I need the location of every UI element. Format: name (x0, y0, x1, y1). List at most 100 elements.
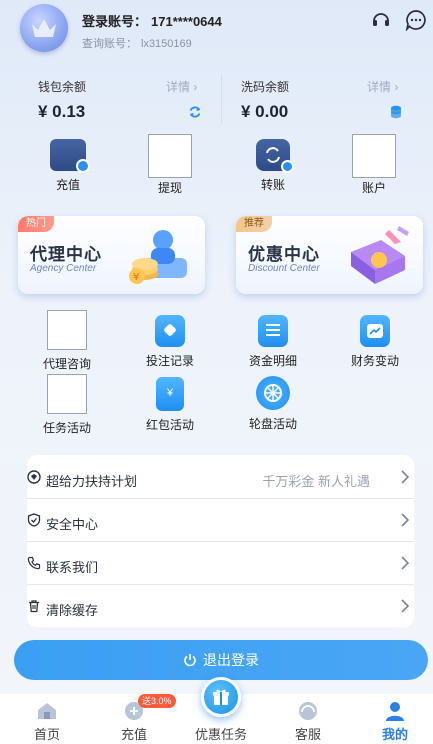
bet-record-icon (155, 315, 185, 347)
red-packet-shortcut[interactable]: ¥ 红包活动 (130, 377, 210, 433)
wallet-icon (50, 139, 90, 173)
wheel-icon (256, 376, 290, 410)
security-center-label: 安全中心 (46, 517, 99, 532)
transfer-icon (256, 139, 294, 173)
logout-label: 退出登录 (203, 652, 259, 668)
recommend-tag: 推荐 (236, 216, 272, 232)
clear-cache-row[interactable]: 清除缓存 (27, 586, 414, 628)
headset-icon[interactable] (370, 9, 392, 31)
trash-icon (29, 600, 39, 613)
red-packet-label: 红包活动 (145, 418, 194, 432)
home-icon (38, 703, 56, 719)
settings-menu: 超给力扶持计划 千万彩金 新人礼遇 安全中心 联系我们 清除缓存 (27, 455, 414, 627)
tab-mine[interactable]: 我的 (360, 694, 430, 744)
discount-center-subtitle: Discount Center (248, 263, 320, 274)
gift-icon (213, 689, 229, 705)
chevron-right-icon (401, 599, 410, 613)
tab-service[interactable]: 客服 (273, 694, 343, 744)
profile-page: 登录账号： 171****0644 查询账号： lx3150169 钱包余额 详情 … (0, 0, 433, 744)
agency-center-title: 代理中心 (30, 245, 102, 264)
agency-figure-coins-icon: ¥ (129, 230, 187, 284)
svg-text:¥: ¥ (133, 272, 139, 283)
deposit-label: 充值 (55, 178, 80, 192)
transfer-shortcut[interactable]: 转账 (233, 139, 313, 193)
login-account-label: 登录账号： (82, 14, 148, 29)
finance-change-label: 财务变动 (350, 354, 399, 368)
user-icon (386, 702, 404, 721)
customer-service-icon (299, 702, 317, 720)
contact-us-label: 联系我们 (46, 560, 99, 575)
chevron-right-icon: › (193, 80, 198, 94)
support-plan-label: 超给力扶持计划 (46, 474, 138, 489)
wash-balance-detail-text: 详情 (367, 80, 392, 94)
login-account-value: 171****0644 (151, 14, 222, 29)
transfer-arrows-icon (266, 147, 280, 163)
wallet-divider (221, 74, 222, 124)
login-account: 登录账号： 171****0644 (82, 11, 222, 30)
tab-mine-label: 我的 (381, 727, 408, 742)
promo-task-button[interactable] (201, 677, 241, 717)
agency-center-banner[interactable]: 热门 代理中心 Agency Center ¥ (18, 216, 205, 294)
wheel-label: 轮盘活动 (248, 417, 297, 431)
database-icon[interactable] (390, 105, 402, 119)
refresh-icon[interactable] (188, 105, 202, 119)
fund-detail-icon (258, 315, 288, 347)
agent-consult-shortcut[interactable]: 代理咨询 (27, 310, 107, 372)
support-plan-extra: 千万彩金 新人礼遇 (262, 474, 370, 489)
tab-home[interactable]: 首页 (12, 694, 82, 744)
finance-change-shortcut[interactable]: 财务变动 (335, 315, 415, 369)
logout-button[interactable]: 退出登录 (14, 640, 428, 680)
security-center-row[interactable]: 安全中心 (27, 500, 414, 542)
transfer-label: 转账 (260, 178, 285, 192)
avatar[interactable] (20, 4, 68, 52)
tab-recharge-label: 充值 (120, 727, 147, 742)
chevron-right-icon: › (394, 80, 399, 94)
account-label: 账户 (361, 181, 386, 195)
withdraw-shortcut[interactable]: 提现 (130, 134, 210, 196)
task-activity-broken-image-icon (47, 374, 87, 414)
hot-tag: 热门 (18, 216, 54, 232)
wallet-balance-label: 钱包余额 (38, 80, 87, 94)
fund-detail-label: 资金明细 (248, 354, 297, 368)
chat-icon[interactable] (405, 9, 427, 31)
agency-center-subtitle: Agency Center (30, 263, 97, 274)
tab-service-label: 客服 (294, 727, 321, 742)
query-account: 查询账号： lx3150169 (82, 35, 192, 51)
swap-badge-icon (281, 160, 294, 173)
wheel-shortcut[interactable]: 轮盘活动 (233, 376, 313, 432)
gift-box-icon (351, 226, 409, 284)
wash-balance-label: 洗码余额 (241, 80, 290, 94)
discount-center-title: 优惠中心 (248, 245, 320, 264)
chevron-right-icon (401, 513, 410, 527)
fund-detail-shortcut[interactable]: 资金明细 (233, 315, 313, 369)
wallet-balance-value: ¥ 0.13 (38, 102, 86, 121)
profile-header: 登录账号： 171****0644 查询账号： lx3150169 (0, 0, 433, 62)
spinner-wheel-icon (264, 384, 282, 402)
contact-us-row[interactable]: 联系我们 (27, 543, 414, 585)
support-plan-row[interactable]: 超给力扶持计划 千万彩金 新人礼遇 (27, 457, 414, 499)
red-packet-icon: ¥ (156, 377, 184, 411)
agent-consult-label: 代理咨询 (42, 357, 91, 371)
agent-consult-broken-image-icon (47, 310, 87, 350)
task-activity-label: 任务活动 (42, 421, 91, 435)
wash-balance-detail-link[interactable]: 详情 › (367, 78, 398, 95)
plus-badge-icon (76, 159, 90, 173)
bet-record-shortcut[interactable]: 投注记录 (130, 315, 210, 369)
discount-center-banner[interactable]: 推荐 优惠中心 Discount Center (236, 216, 423, 294)
list-lines-icon (266, 324, 280, 326)
crown-icon (32, 19, 56, 37)
shield-icon (27, 513, 41, 527)
wallet-balance-detail-link[interactable]: 详情 › (166, 78, 197, 95)
task-activity-shortcut[interactable]: 任务活动 (27, 374, 107, 436)
power-icon (184, 654, 196, 667)
chevron-right-icon (401, 556, 410, 570)
account-shortcut[interactable]: 账户 (334, 134, 414, 196)
withdraw-broken-image-icon (148, 134, 192, 178)
query-account-label: 查询账号： (82, 38, 137, 50)
query-account-value: lx3150169 (141, 38, 192, 50)
deposit-shortcut[interactable]: 充值 (28, 139, 108, 193)
tab-promo-task-label: 优惠任务 (194, 727, 247, 742)
withdraw-label: 提现 (157, 181, 182, 195)
spade-icon (163, 323, 177, 337)
account-broken-image-icon (352, 134, 396, 178)
